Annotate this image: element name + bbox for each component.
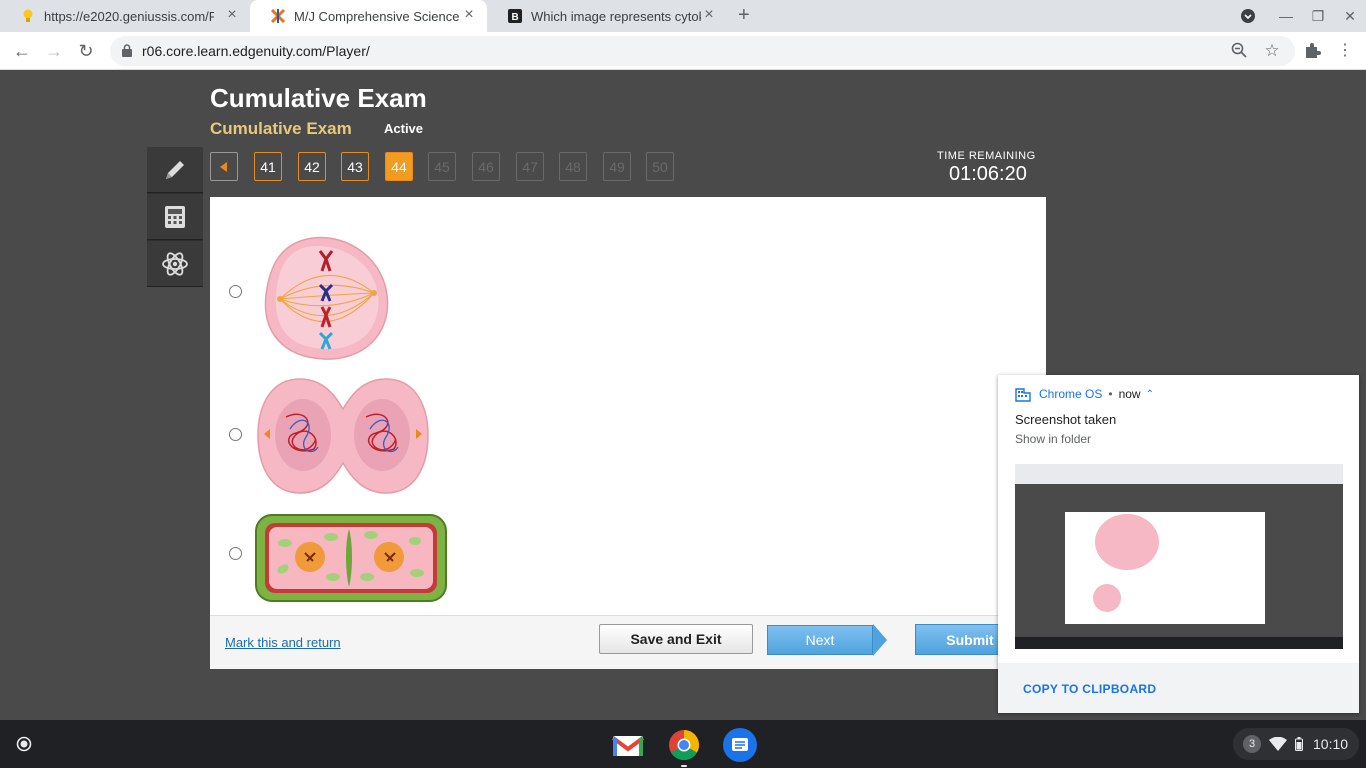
- tab-search-icon[interactable]: [1240, 8, 1256, 24]
- answer-radio-2[interactable]: [229, 428, 242, 441]
- question-49-button: 49: [603, 152, 631, 181]
- restore-icon[interactable]: ❐: [1310, 8, 1326, 24]
- close-icon[interactable]: ×: [701, 7, 717, 24]
- window-close-icon[interactable]: ✕: [1342, 8, 1358, 24]
- minimize-icon[interactable]: —: [1278, 8, 1294, 24]
- browser-toolbar: ← → ↻ r06.core.learn.edgenuity.com/Playe…: [0, 32, 1366, 70]
- notification-count-badge: 3: [1243, 735, 1261, 753]
- tab-edgenuity[interactable]: M/J Comprehensive Science 1-F ×: [250, 0, 487, 32]
- menu-kebab-icon[interactable]: ⋮: [1337, 42, 1353, 60]
- caret-left-icon: [220, 161, 227, 172]
- close-icon[interactable]: ×: [461, 7, 477, 24]
- system-tray[interactable]: 3 10:10: [1233, 728, 1359, 760]
- tab-title: M/J Comprehensive Science 1-F: [294, 8, 464, 24]
- lightbulb-icon: [20, 8, 36, 24]
- tab-strip: https://e2020.geniussis.com/FE × M/J Com…: [0, 0, 1366, 32]
- copy-to-clipboard-button[interactable]: COPY TO CLIPBOARD: [1023, 682, 1156, 696]
- question-46-button: 46: [472, 152, 500, 181]
- wifi-icon: [1269, 737, 1287, 751]
- question-45-button: 45: [428, 152, 456, 181]
- edgenuity-icon: [270, 8, 286, 24]
- pencil-tool-button[interactable]: [147, 147, 203, 193]
- next-arrow-shape[interactable]: [873, 624, 887, 656]
- clock: 10:10: [1313, 736, 1349, 752]
- question-48-button: 48: [559, 152, 587, 181]
- battery-icon: [1295, 737, 1303, 751]
- notification-time: now: [1118, 387, 1141, 401]
- lock-icon: [122, 44, 132, 57]
- question-47-button: 47: [516, 152, 544, 181]
- brainly-icon: B: [507, 8, 523, 24]
- atom-icon: [162, 251, 188, 276]
- notification-app-name: Chrome OS: [1039, 387, 1103, 401]
- pencil-icon: [166, 160, 184, 179]
- bookmark-star-icon[interactable]: ☆: [1263, 42, 1281, 60]
- chrome-app-icon[interactable]: [667, 728, 701, 767]
- question-44-button[interactable]: 44: [385, 152, 413, 181]
- reference-tool-button[interactable]: [147, 241, 203, 287]
- tool-sidebar: [147, 147, 203, 287]
- tab-title: Which image represents cytokine: [531, 8, 701, 24]
- screenshot-thumbnail[interactable]: [1015, 464, 1343, 649]
- tab-brainly[interactable]: B Which image represents cytokine ×: [487, 0, 727, 32]
- building-icon: [1015, 388, 1031, 402]
- mark-and-return-link[interactable]: Mark this and return: [225, 635, 341, 650]
- zoom-icon[interactable]: [1230, 42, 1248, 60]
- metaphase-cell-image[interactable]: [262, 235, 392, 363]
- save-and-exit-button[interactable]: Save and Exit: [599, 624, 753, 654]
- forward-icon[interactable]: →: [43, 40, 65, 62]
- back-icon[interactable]: ←: [11, 40, 33, 62]
- address-bar[interactable]: r06.core.learn.edgenuity.com/Player/ ☆: [110, 36, 1295, 66]
- notification-source: Chrome OS • now ⌃: [1015, 386, 1154, 402]
- question-panel: [210, 197, 1046, 669]
- next-button[interactable]: Next: [767, 625, 873, 655]
- calculator-tool-button[interactable]: [147, 194, 203, 240]
- chevron-up-icon[interactable]: ⌃: [1146, 389, 1154, 400]
- reload-icon[interactable]: ↻: [75, 40, 97, 62]
- question-50-button: 50: [646, 152, 674, 181]
- notification-title: Screenshot taken: [1015, 412, 1117, 427]
- extensions-puzzle-icon[interactable]: [1303, 42, 1321, 60]
- plant-cell-image[interactable]: [255, 513, 447, 603]
- messages-app-icon[interactable]: [723, 728, 757, 762]
- calculator-icon: [165, 205, 185, 228]
- tab-title: https://e2020.geniussis.com/FE: [44, 8, 214, 24]
- gmail-app-icon[interactable]: [611, 728, 645, 762]
- close-icon[interactable]: ×: [224, 7, 240, 24]
- answer-radio-1[interactable]: [229, 285, 242, 298]
- status-badge: Active: [384, 121, 424, 136]
- show-in-folder-link[interactable]: Show in folder: [1015, 432, 1091, 446]
- notification-actions: COPY TO CLIPBOARD: [998, 663, 1359, 713]
- timer-value: 01:06:20: [949, 163, 1027, 185]
- new-tab-button[interactable]: +: [738, 5, 750, 25]
- page-title: Cumulative Exam: [210, 83, 427, 113]
- svg-text:B: B: [512, 12, 519, 23]
- exam-footer: Mark this and return Save and Exit Next …: [210, 615, 1046, 669]
- timer-label: TIME REMAINING: [937, 150, 1036, 162]
- exam-subtitle: Cumulative Exam: [210, 119, 352, 138]
- question-41-button[interactable]: 41: [254, 152, 282, 181]
- tab-geniussis[interactable]: https://e2020.geniussis.com/FE ×: [0, 0, 250, 32]
- separator-dot: •: [1108, 387, 1113, 401]
- url-text: r06.core.learn.edgenuity.com/Player/: [142, 43, 370, 59]
- screenshot-notification: Chrome OS • now ⌃ Screenshot taken Show …: [998, 375, 1359, 713]
- answer-radio-3[interactable]: [229, 547, 242, 560]
- question-42-button[interactable]: 42: [298, 152, 326, 181]
- question-43-button[interactable]: 43: [341, 152, 369, 181]
- telophase-cell-image[interactable]: [256, 377, 430, 495]
- launcher-button[interactable]: [9, 729, 39, 759]
- launcher-circle-icon: [16, 736, 32, 752]
- system-shelf: 3 10:10: [0, 720, 1366, 768]
- previous-question-button[interactable]: [210, 152, 238, 181]
